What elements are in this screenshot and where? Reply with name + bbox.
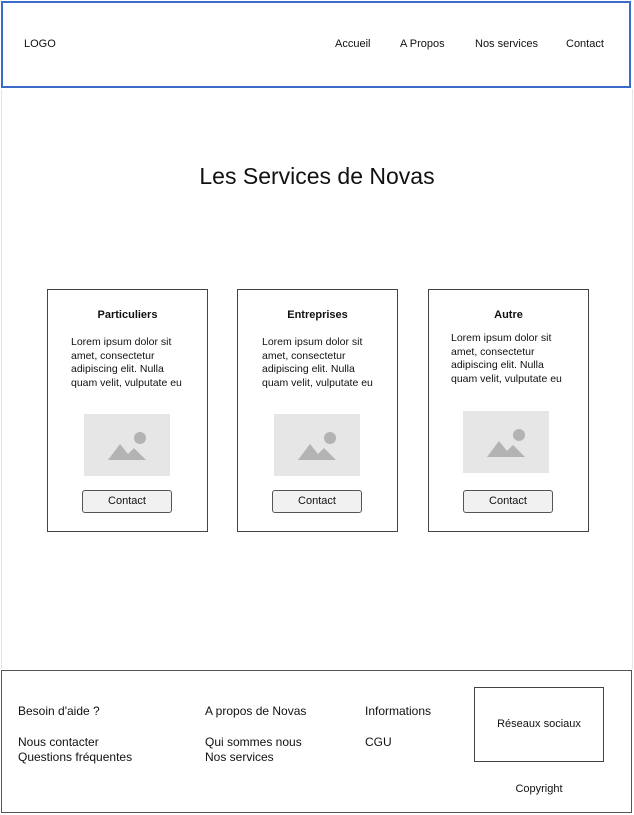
footer-link-contact[interactable]: Nous contacter <box>18 735 99 750</box>
contact-button[interactable]: Contact <box>82 490 172 513</box>
image-placeholder-icon <box>463 411 549 473</box>
card-text: Lorem ipsum dolor sit amet, consectetur … <box>71 336 182 389</box>
image-placeholder-icon <box>84 414 170 476</box>
card-title: Entreprises <box>287 309 348 321</box>
image-placeholder-icon <box>274 414 360 476</box>
footer-about-title: A propos de Novas <box>205 704 307 718</box>
footer-info-title: Informations <box>365 704 432 718</box>
contact-button[interactable]: Contact <box>272 490 362 513</box>
footer-link-cgu[interactable]: CGU <box>365 735 392 750</box>
card-text: Lorem ipsum dolor sit amet, consectetur … <box>262 336 373 389</box>
page-title: Les Services de Novas <box>199 163 435 189</box>
social-links-box[interactable]: Réseaux sociaux <box>474 687 604 762</box>
footer-help-title: Besoin d'aide ? <box>18 704 100 718</box>
card-title: Autre <box>494 309 523 321</box>
copyright: Copyright <box>515 783 563 795</box>
nav-a-propos[interactable]: A Propos <box>400 38 445 50</box>
logo[interactable]: LOGO <box>24 38 56 50</box>
nav-contact[interactable]: Contact <box>566 38 604 50</box>
card-text: Lorem ipsum dolor sit amet, consectetur … <box>451 332 562 385</box>
nav-accueil[interactable]: Accueil <box>335 38 370 50</box>
footer-link-services[interactable]: Nos services <box>205 750 274 765</box>
footer-link-faq[interactable]: Questions fréquentes <box>18 750 132 765</box>
card-title: Particuliers <box>97 309 158 321</box>
contact-button[interactable]: Contact <box>463 490 553 513</box>
footer-link-who-we-are[interactable]: Qui sommes nous <box>205 735 302 750</box>
nav-nos-services[interactable]: Nos services <box>475 38 538 50</box>
